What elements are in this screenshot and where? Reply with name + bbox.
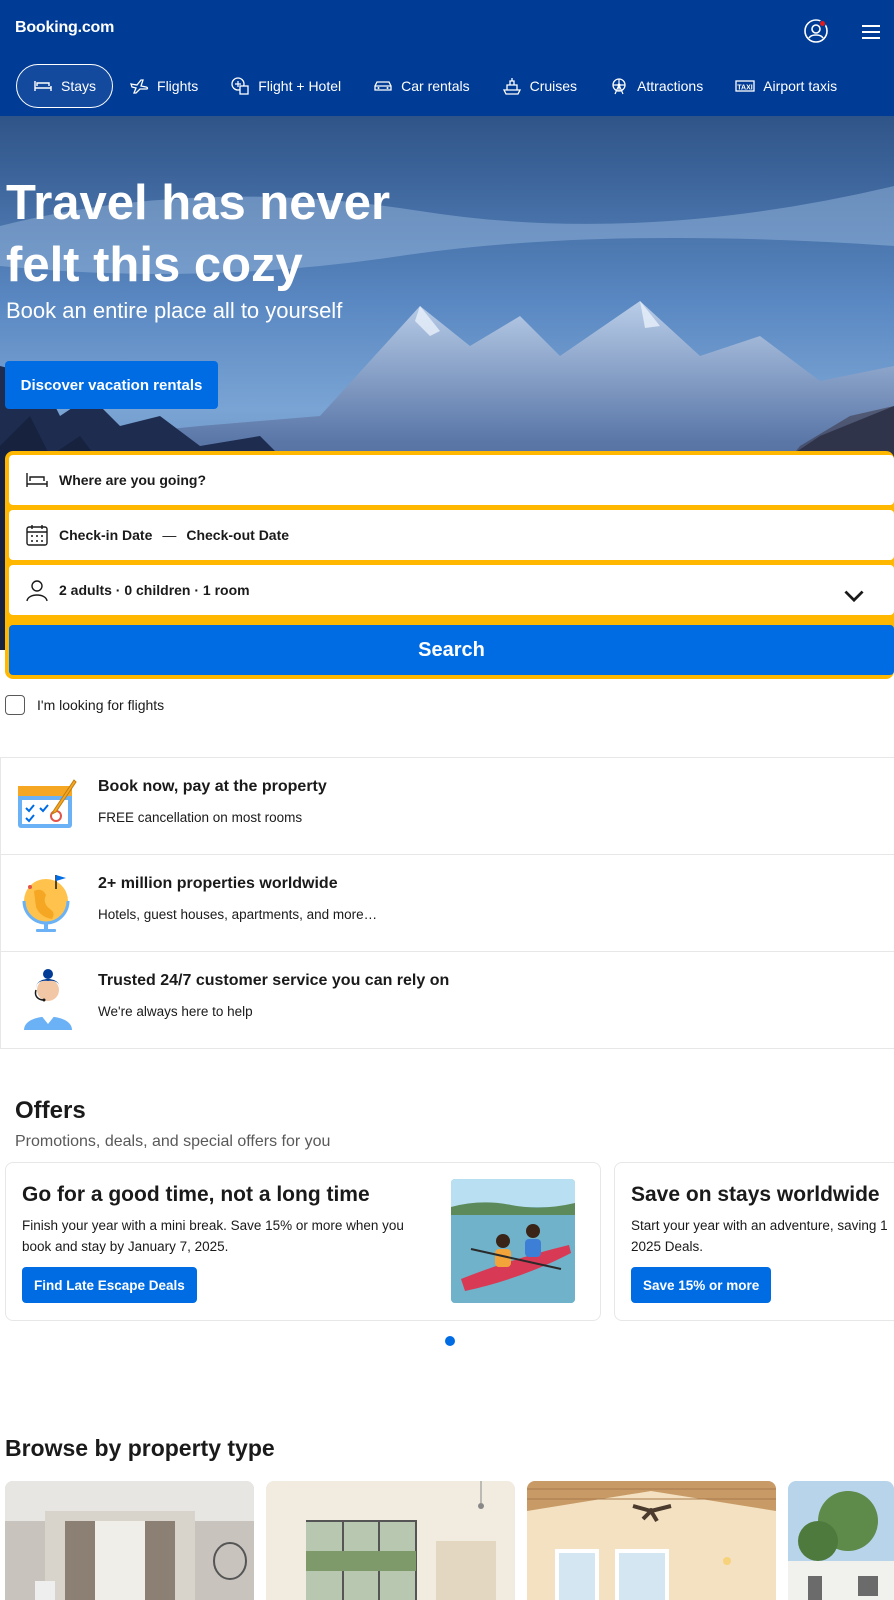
menu-icon[interactable] bbox=[862, 25, 880, 39]
find-late-escape-deals-button[interactable]: Find Late Escape Deals bbox=[22, 1267, 197, 1303]
nav-airport-taxis-label: Airport taxis bbox=[763, 78, 838, 94]
top-header: Booking.com Stays Flights Flight + Hotel… bbox=[0, 0, 894, 116]
offer-desc-line: 2025 Deals. bbox=[631, 1239, 704, 1254]
checkout-date[interactable]: Check-out Date bbox=[186, 527, 289, 543]
offer-card[interactable]: Go for a good time, not a long time Fini… bbox=[5, 1162, 601, 1321]
notification-dot bbox=[819, 20, 826, 27]
flights-checkbox-label: I'm looking for flights bbox=[37, 697, 165, 713]
carousel-dot[interactable] bbox=[445, 1336, 455, 1346]
person-icon bbox=[26, 580, 48, 602]
nav-car-rentals-label: Car rentals bbox=[401, 78, 470, 94]
kayak-photo bbox=[451, 1179, 575, 1303]
bed-icon bbox=[26, 473, 48, 487]
nav-car-rentals[interactable]: Car rentals bbox=[357, 64, 485, 108]
benefit-item: Trusted 24/7 customer service you can re… bbox=[1, 952, 894, 1049]
benefit-title: 2+ million properties worldwide bbox=[98, 875, 338, 892]
occupancy-field[interactable]: 2 adults · 0 children · 1 room bbox=[9, 565, 894, 615]
benefit-title: Book now, pay at the property bbox=[98, 778, 327, 795]
search-button[interactable]: Search bbox=[9, 625, 894, 675]
property-type-hotels-image[interactable] bbox=[5, 1481, 254, 1600]
discover-vacation-rentals-button[interactable]: Discover vacation rentals bbox=[5, 361, 218, 409]
flights-checkbox[interactable] bbox=[5, 695, 25, 715]
booking-logo[interactable]: Booking.com bbox=[15, 19, 114, 37]
offer-desc-line: Start your year with an adventure, savin… bbox=[631, 1218, 888, 1233]
property-type-villas-image[interactable] bbox=[788, 1481, 894, 1600]
nav-cruises-label: Cruises bbox=[529, 78, 578, 94]
nav-flight-hotel[interactable]: Flight + Hotel bbox=[214, 64, 357, 108]
browse-property-type-heading: Browse by property type bbox=[5, 1435, 275, 1461]
hero-subtitle: Book an entire place all to yourself bbox=[6, 298, 343, 323]
destination-placeholder: Where are you going? bbox=[59, 472, 207, 488]
nav-cruises[interactable]: Cruises bbox=[486, 64, 593, 108]
chevron-down-icon bbox=[844, 590, 864, 603]
offer-desc-line: book and stay by January 7, 2025. bbox=[22, 1239, 229, 1254]
offer-desc: Start your year with an adventure, savin… bbox=[631, 1215, 888, 1257]
checkin-date[interactable]: Check-in Date bbox=[59, 527, 152, 543]
product-nav: Stays Flights Flight + Hotel Car rentals… bbox=[16, 64, 853, 108]
nav-airport-taxis[interactable]: TAXI Airport taxis bbox=[719, 64, 853, 108]
benefit-desc: FREE cancellation on most rooms bbox=[98, 810, 303, 825]
occupancy-value: 2 adults · 0 children · 1 room bbox=[59, 582, 250, 598]
bed-icon bbox=[34, 81, 52, 91]
benefit-desc: Hotels, guest houses, apartments, and mo… bbox=[98, 907, 378, 922]
nav-stays-label: Stays bbox=[61, 78, 97, 94]
car-icon bbox=[374, 81, 392, 91]
offers-subheading: Promotions, deals, and special offers fo… bbox=[15, 1133, 331, 1150]
offer-desc-line: Finish your year with a mini break. Save… bbox=[22, 1218, 404, 1233]
destination-input[interactable]: Where are you going? bbox=[9, 455, 894, 505]
nav-flights-label: Flights bbox=[157, 78, 199, 94]
save-15-percent-button[interactable]: Save 15% or more bbox=[631, 1267, 772, 1303]
offer-card[interactable]: Save on stays worldwide Start your year … bbox=[614, 1162, 894, 1321]
offer-title: Go for a good time, not a long time bbox=[22, 1183, 370, 1206]
benefit-title: Trusted 24/7 customer service you can re… bbox=[98, 972, 450, 989]
hero-title: Travel has never felt this cozy bbox=[6, 176, 391, 292]
offers-heading: Offers bbox=[15, 1097, 86, 1124]
support-agent-illustration-icon bbox=[24, 969, 72, 1030]
globe-illustration-icon bbox=[22, 875, 70, 932]
taxi-icon: TAXI bbox=[735, 80, 755, 92]
date-separator: — bbox=[162, 527, 177, 543]
svg-text:TAXI: TAXI bbox=[737, 85, 752, 92]
offer-desc: Finish your year with a mini break. Save… bbox=[22, 1215, 404, 1257]
search-box: Where are you going? Check-in Date — Che… bbox=[5, 451, 894, 679]
calendar-icon bbox=[26, 525, 48, 546]
benefit-item: 2+ million properties worldwide Hotels, … bbox=[1, 855, 894, 952]
ferris-wheel-icon bbox=[612, 78, 626, 95]
nav-stays[interactable]: Stays bbox=[16, 64, 114, 108]
benefits-list: Book now, pay at the property FREE cance… bbox=[0, 757, 894, 1049]
nav-attractions-label: Attractions bbox=[637, 78, 704, 94]
benefit-desc: We're always here to help bbox=[98, 1004, 253, 1019]
nav-attractions[interactable]: Attractions bbox=[593, 64, 719, 108]
ship-icon bbox=[502, 78, 521, 95]
flights-checkbox-row[interactable]: I'm looking for flights bbox=[5, 695, 164, 715]
calendar-illustration-icon bbox=[18, 779, 77, 828]
property-type-apartments-image[interactable] bbox=[266, 1481, 515, 1600]
nav-flights[interactable]: Flights bbox=[113, 64, 214, 108]
date-picker-field[interactable]: Check-in Date — Check-out Date bbox=[9, 510, 894, 560]
nav-flight-hotel-label: Flight + Hotel bbox=[258, 78, 342, 94]
offer-title: Save on stays worldwide bbox=[631, 1183, 880, 1206]
benefit-item: Book now, pay at the property FREE cance… bbox=[1, 758, 894, 855]
property-type-resorts-image[interactable] bbox=[527, 1481, 776, 1600]
plane-icon bbox=[130, 79, 149, 94]
plane-hotel-icon bbox=[231, 77, 249, 95]
